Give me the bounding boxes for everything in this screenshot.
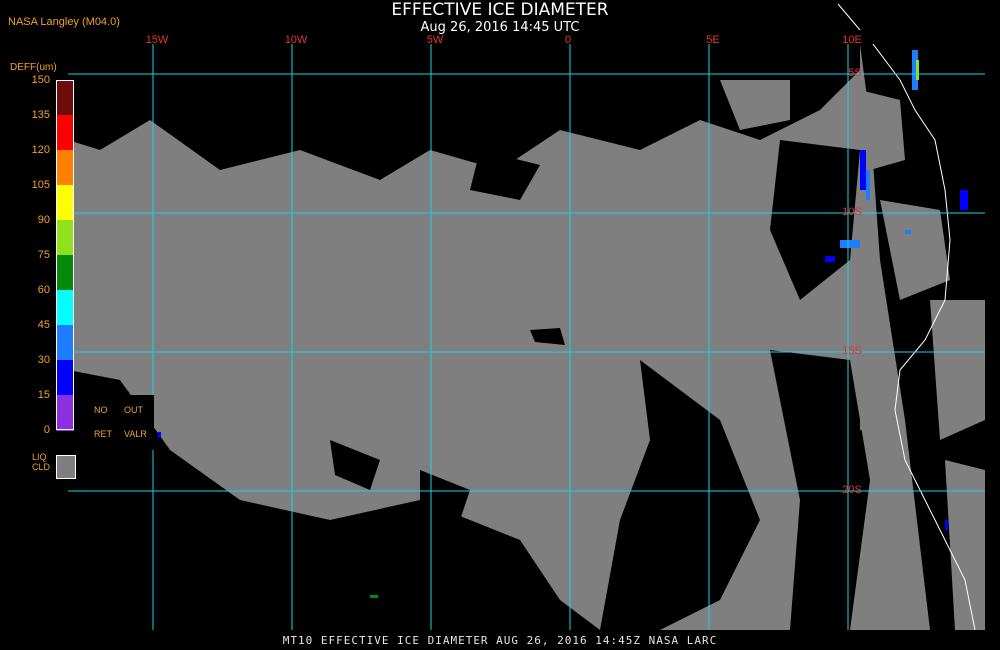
out-valr-label: OUT <box>124 405 143 415</box>
lat-label: 15S <box>842 345 862 357</box>
lat-label: 10S <box>842 206 862 218</box>
map-imagery <box>68 44 985 630</box>
no-retrieval-key: NO OUT RET VALR <box>84 395 154 450</box>
lon-label: 10E <box>842 34 862 46</box>
lat-label: 5S <box>848 67 862 79</box>
legend-tick-label: 45 <box>37 319 50 331</box>
liquid-cloud-label: LIQ CLD <box>32 452 50 472</box>
lat-label: 20S <box>842 484 862 496</box>
legend-tick-label: 15 <box>37 389 50 401</box>
legend-tick-label: 60 <box>37 284 50 296</box>
legend-tick-label: 105 <box>31 179 50 191</box>
lon-label: 5W <box>426 34 444 46</box>
legend-tick-label: 0 <box>43 424 50 436</box>
liq-label: LIQ <box>32 452 47 462</box>
coastline-north <box>837 3 861 31</box>
cld-label: CLD <box>32 462 51 472</box>
legend-border <box>56 80 74 430</box>
footer-caption: MT10 EFFECTIVE ICE DIAMETER AUG 26, 2016… <box>282 634 718 647</box>
lon-label: 0 <box>564 34 572 46</box>
legend-tick-label: 120 <box>31 144 50 156</box>
lon-label: 5E <box>706 34 720 46</box>
legend-tick-label: 75 <box>37 249 50 261</box>
legend-tick-label: 30 <box>37 354 50 366</box>
satellite-map <box>68 3 985 630</box>
legend-title: DEFF(um) <box>10 62 57 73</box>
no-ret-label: NO <box>94 405 108 415</box>
legend-tick-label: 135 <box>31 109 50 121</box>
out-valr-label: VALR <box>124 429 147 439</box>
liquid-cloud-swatch <box>56 455 76 479</box>
legend-tick-label: 150 <box>31 74 50 86</box>
lon-label: 15W <box>145 34 169 46</box>
legend-tick-label: 90 <box>37 214 50 226</box>
no-ret-label: RET <box>94 429 112 439</box>
lon-label: 10W <box>284 34 308 46</box>
